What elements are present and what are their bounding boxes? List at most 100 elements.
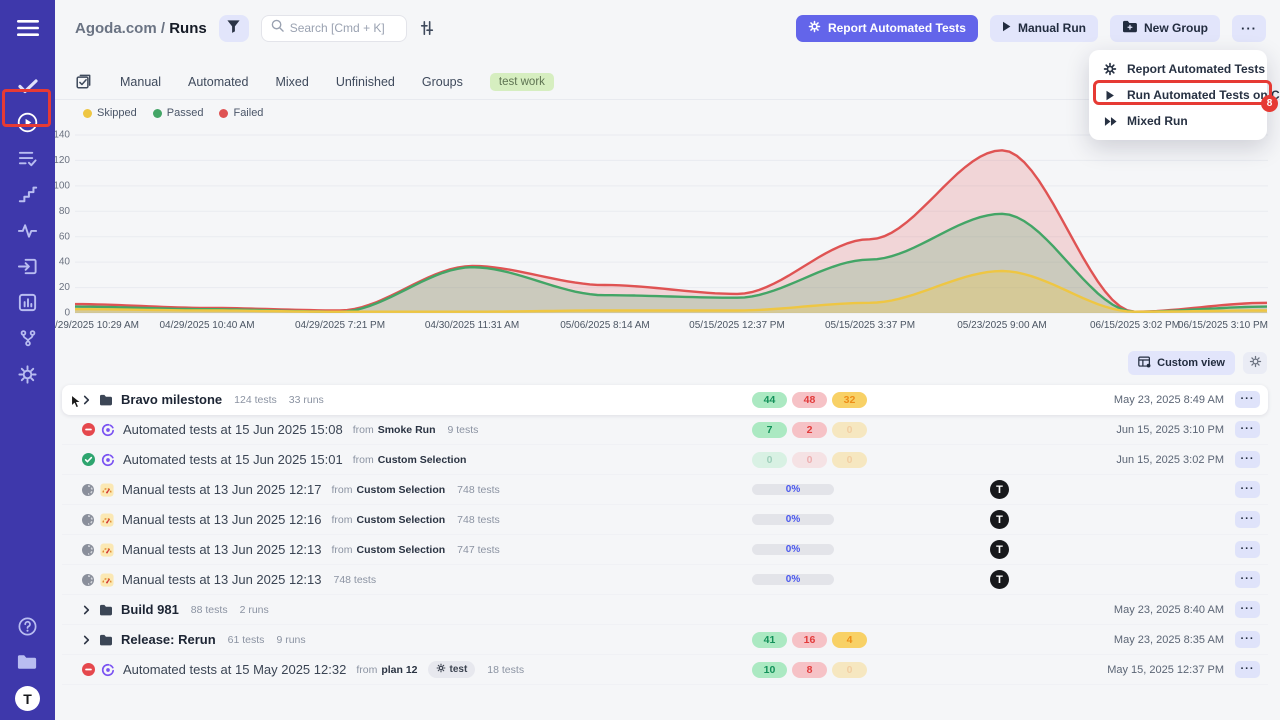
failed-count-pill: 48 (792, 392, 827, 408)
run-row[interactable]: Manual tests at 13 Jun 2025 12:13748 tes… (62, 565, 1268, 595)
chevron-right-icon[interactable] (82, 635, 91, 645)
checklist-icon[interactable] (75, 74, 91, 90)
hamburger-menu-icon[interactable] (0, 14, 55, 42)
sidebar-item-tests[interactable] (0, 68, 55, 104)
sidebar-item-plans[interactable] (0, 140, 55, 176)
passed-count-pill: 44 (752, 392, 787, 408)
report-automated-tests-button[interactable]: Report Automated Tests (796, 15, 978, 42)
projects-folder-icon[interactable] (0, 644, 55, 680)
run-row[interactable]: Manual tests at 13 Jun 2025 12:13fromCus… (62, 535, 1268, 565)
sidebar-item-import[interactable] (0, 248, 55, 284)
group-title[interactable]: Bravo milestone (121, 392, 222, 407)
legend-item-skipped[interactable]: Skipped (83, 107, 137, 119)
run-row[interactable]: Manual tests at 13 Jun 2025 12:16fromCus… (62, 505, 1268, 535)
row-more-button[interactable]: ··· (1235, 481, 1260, 498)
sidebar-item-settings[interactable] (0, 356, 55, 392)
tab-groups[interactable]: Groups (422, 75, 463, 89)
group-row[interactable]: Bravo milestone124 tests33 runs444832May… (62, 385, 1268, 415)
tests-count: 9 tests (447, 424, 478, 436)
run-title[interactable]: Automated tests at 15 Jun 2025 15:01 (123, 452, 343, 467)
run-title[interactable]: Automated tests at 15 Jun 2025 15:08 (123, 422, 343, 437)
sidebar-item-runs[interactable] (0, 104, 55, 140)
breadcrumb-project[interactable]: Agoda.com (75, 20, 157, 37)
x-axis-label: 06/15/2025 3:10 PM (1178, 320, 1268, 331)
legend-dot (83, 109, 92, 118)
x-axis-label: 06/15/2025 3:02 PM (1090, 320, 1180, 331)
manual-run-icon (100, 483, 114, 497)
custom-view-button[interactable]: Custom view (1128, 351, 1235, 375)
run-row[interactable]: Manual tests at 13 Jun 2025 12:17fromCus… (62, 475, 1268, 505)
filter-tag-badge[interactable]: test work (490, 73, 554, 91)
search-box[interactable] (261, 15, 407, 42)
run-source[interactable]: Smoke Run (378, 424, 436, 436)
row-more-button[interactable]: ··· (1235, 601, 1260, 618)
row-more-button[interactable]: ··· (1235, 541, 1260, 558)
result-badges: 1080 (752, 662, 867, 678)
sidebar-item-milestones[interactable] (0, 176, 55, 212)
new-group-button[interactable]: New Group (1110, 15, 1220, 42)
row-more-button[interactable]: ··· (1235, 511, 1260, 528)
row-more-button[interactable]: ··· (1235, 391, 1260, 408)
row-more-button[interactable]: ··· (1235, 571, 1260, 588)
group-title[interactable]: Release: Rerun (121, 632, 216, 647)
sidebar-item-reports[interactable] (0, 284, 55, 320)
x-axis-label: 05/15/2025 3:37 PM (825, 320, 915, 331)
chevron-right-icon[interactable] (82, 395, 91, 405)
legend-item-failed[interactable]: Failed (219, 107, 263, 119)
run-source[interactable]: Custom Selection (356, 544, 445, 556)
search-icon (271, 19, 284, 37)
run-source[interactable]: Custom Selection (356, 514, 445, 526)
help-icon[interactable] (0, 608, 55, 644)
runs-count: 9 runs (276, 634, 305, 646)
adjustments-icon[interactable] (419, 20, 435, 36)
run-title[interactable]: Manual tests at 13 Jun 2025 12:13 (122, 572, 321, 587)
legend-item-passed[interactable]: Passed (153, 107, 204, 119)
sidebar-item-branches[interactable] (0, 320, 55, 356)
group-row[interactable]: Build 98188 tests2 runsMay 23, 2025 8:40… (62, 595, 1268, 625)
filter-button[interactable] (219, 15, 249, 42)
status-passed-icon (82, 453, 95, 466)
run-row[interactable]: Automated tests at 15 May 2025 12:32from… (62, 655, 1268, 685)
tests-count: 748 tests (457, 514, 500, 526)
row-more-button[interactable]: ··· (1235, 631, 1260, 648)
group-title[interactable]: Build 981 (121, 602, 179, 617)
run-source[interactable]: Custom Selection (378, 454, 467, 466)
fast-forward-icon (1103, 116, 1117, 127)
menu-item-report[interactable]: Report Automated Tests (1089, 56, 1267, 82)
skipped-count-pill: 0 (832, 422, 867, 438)
manual-run-button[interactable]: Manual Run (990, 15, 1098, 42)
run-source[interactable]: plan 12 (381, 664, 417, 676)
group-row[interactable]: Release: Rerun61 tests9 runs41164May 23,… (62, 625, 1268, 655)
row-more-button[interactable]: ··· (1235, 421, 1260, 438)
menu-item-run-ci[interactable]: Run Automated Tests on CI (1089, 82, 1267, 108)
run-row[interactable]: Automated tests at 15 Jun 2025 15:01from… (62, 445, 1268, 475)
row-more-button[interactable]: ··· (1235, 451, 1260, 468)
run-title[interactable]: Manual tests at 13 Jun 2025 12:16 (122, 512, 321, 527)
table-settings-button[interactable] (1243, 352, 1267, 374)
tab-manual[interactable]: Manual (120, 75, 161, 89)
row-more-button[interactable]: ··· (1235, 661, 1260, 678)
skipped-count-pill: 32 (832, 392, 867, 408)
run-title[interactable]: Manual tests at 13 Jun 2025 12:13 (122, 542, 321, 557)
tests-count: 748 tests (457, 484, 500, 496)
run-source[interactable]: Custom Selection (356, 484, 445, 496)
run-title[interactable]: Automated tests at 15 May 2025 12:32 (123, 662, 346, 677)
skipped-count-pill: 0 (832, 662, 867, 678)
run-row[interactable]: Automated tests at 15 Jun 2025 15:08from… (62, 415, 1268, 445)
tag-badge[interactable]: test (428, 661, 476, 678)
runs-table: Bravo milestone124 tests33 runs444832May… (55, 376, 1280, 685)
tab-unfinished[interactable]: Unfinished (336, 75, 395, 89)
more-actions-button[interactable]: ··· (1232, 15, 1266, 42)
chevron-right-icon[interactable] (82, 605, 91, 615)
progress-bar: 0% (752, 484, 834, 495)
menu-item-mixed[interactable]: Mixed Run (1089, 108, 1267, 134)
app-logo-avatar[interactable]: T (15, 686, 40, 711)
sidebar-item-pulse[interactable] (0, 212, 55, 248)
manual-run-icon (100, 573, 114, 587)
search-input[interactable] (290, 21, 397, 35)
tab-automated[interactable]: Automated (188, 75, 248, 89)
run-date: Jun 15, 2025 3:02 PM (1116, 454, 1224, 466)
folder-icon (99, 604, 113, 616)
tab-mixed[interactable]: Mixed (275, 75, 308, 89)
run-title[interactable]: Manual tests at 13 Jun 2025 12:17 (122, 482, 321, 497)
